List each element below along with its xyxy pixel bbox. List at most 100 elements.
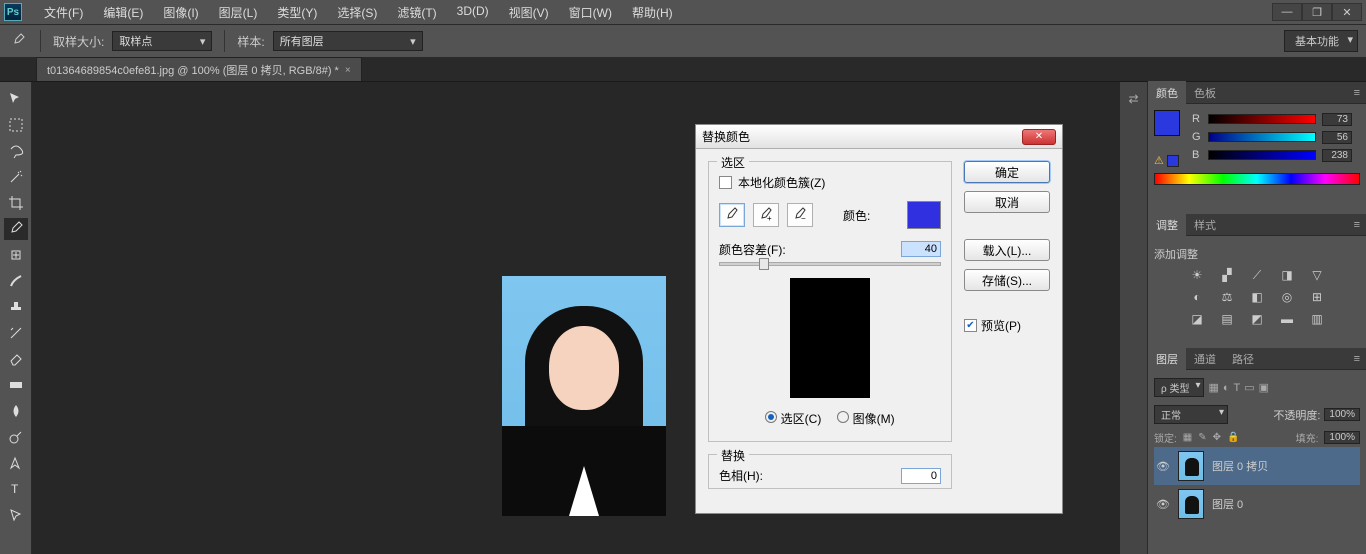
g-value[interactable]: 56 bbox=[1322, 131, 1352, 144]
maximize-button[interactable]: ❐ bbox=[1302, 3, 1332, 21]
visibility-icon[interactable]: 👁 bbox=[1156, 498, 1170, 511]
menu-edit[interactable]: 编辑(E) bbox=[93, 0, 153, 25]
curves-icon[interactable]: ⟋ bbox=[1247, 266, 1267, 284]
lock-position-icon[interactable]: ✥ bbox=[1213, 432, 1221, 443]
selected-color-swatch[interactable] bbox=[907, 201, 941, 229]
layer-name[interactable]: 图层 0 bbox=[1212, 496, 1243, 512]
menu-image[interactable]: 图像(I) bbox=[153, 0, 208, 25]
eyedropper-tool-icon[interactable] bbox=[8, 31, 28, 51]
photo-filter-icon[interactable]: ◎ bbox=[1277, 288, 1297, 306]
document-tab[interactable]: t01364689854c0efe81.jpg @ 100% (图层 0 拷贝,… bbox=[36, 57, 362, 81]
menu-layer[interactable]: 图层(L) bbox=[209, 0, 268, 25]
crop-tool-icon[interactable] bbox=[4, 192, 28, 214]
sample-select[interactable]: 所有图层 bbox=[273, 31, 423, 51]
menu-select[interactable]: 选择(S) bbox=[327, 0, 387, 25]
fill-value[interactable]: 100% bbox=[1324, 431, 1360, 444]
tab-swatches[interactable]: 色板 bbox=[1186, 81, 1224, 105]
menu-filter[interactable]: 滤镜(T) bbox=[387, 0, 446, 25]
move-tool-icon[interactable] bbox=[4, 88, 28, 110]
selective-icon[interactable]: ▥ bbox=[1307, 310, 1327, 328]
eyedropper-minus-icon[interactable]: − bbox=[787, 203, 813, 227]
tab-styles[interactable]: 样式 bbox=[1186, 213, 1224, 237]
filter-shape-icon[interactable]: ▭ bbox=[1244, 381, 1254, 394]
menu-view[interactable]: 视图(V) bbox=[499, 0, 559, 25]
menu-3d[interactable]: 3D(D) bbox=[447, 0, 499, 25]
pen-tool-icon[interactable] bbox=[4, 452, 28, 474]
brightness-icon[interactable]: ☀ bbox=[1187, 266, 1207, 284]
brush-tool-icon[interactable] bbox=[4, 270, 28, 292]
document-canvas[interactable] bbox=[502, 276, 666, 516]
close-tab-icon[interactable]: × bbox=[345, 65, 351, 76]
gradient-map-icon[interactable]: ▬ bbox=[1277, 310, 1297, 328]
blur-tool-icon[interactable] bbox=[4, 400, 28, 422]
r-value[interactable]: 73 bbox=[1322, 113, 1352, 126]
visibility-icon[interactable]: 👁 bbox=[1156, 460, 1170, 473]
collapse-dock-icon[interactable]: ⇄ bbox=[1128, 92, 1138, 106]
radio-selection[interactable]: 选区(C) bbox=[765, 410, 821, 427]
workspace-select[interactable]: 基本功能 bbox=[1284, 30, 1358, 52]
fuzziness-input[interactable] bbox=[901, 241, 941, 257]
lock-all-icon[interactable]: 🔒 bbox=[1227, 432, 1239, 443]
menu-type[interactable]: 类型(Y) bbox=[267, 0, 327, 25]
eyedropper-tool-icon[interactable] bbox=[4, 218, 28, 240]
lasso-tool-icon[interactable] bbox=[4, 140, 28, 162]
b-slider[interactable] bbox=[1208, 150, 1316, 160]
levels-icon[interactable]: ▞ bbox=[1217, 266, 1237, 284]
lock-transparent-icon[interactable]: ▦ bbox=[1183, 432, 1192, 443]
marquee-tool-icon[interactable] bbox=[4, 114, 28, 136]
layer-row[interactable]: 👁 图层 0 拷贝 bbox=[1154, 447, 1360, 485]
type-tool-icon[interactable]: T bbox=[4, 478, 28, 500]
dialog-titlebar[interactable]: 替换颜色 ✕ bbox=[696, 125, 1062, 149]
dialog-close-button[interactable]: ✕ bbox=[1022, 129, 1056, 145]
filter-type-icon[interactable]: T bbox=[1234, 382, 1241, 394]
menu-file[interactable]: 文件(F) bbox=[34, 0, 93, 25]
radio-image[interactable]: 图像(M) bbox=[837, 410, 894, 427]
fuzziness-slider[interactable] bbox=[719, 262, 941, 266]
save-button[interactable]: 存储(S)... bbox=[964, 269, 1050, 291]
g-slider[interactable] bbox=[1208, 132, 1316, 142]
close-button[interactable]: ✕ bbox=[1332, 3, 1362, 21]
layer-name[interactable]: 图层 0 拷贝 bbox=[1212, 458, 1268, 474]
preview-check-icon[interactable] bbox=[964, 319, 977, 332]
menu-help[interactable]: 帮助(H) bbox=[622, 0, 683, 25]
foreground-swatch[interactable] bbox=[1154, 110, 1180, 136]
hue-input[interactable] bbox=[901, 468, 941, 484]
ok-button[interactable]: 确定 bbox=[964, 161, 1050, 183]
heal-tool-icon[interactable] bbox=[4, 244, 28, 266]
layer-kind-filter[interactable]: ρ 类型 bbox=[1154, 378, 1204, 397]
sample-size-select[interactable]: 取样点 bbox=[112, 31, 212, 51]
layer-row[interactable]: 👁 图层 0 bbox=[1154, 485, 1360, 523]
tab-channels[interactable]: 通道 bbox=[1186, 347, 1224, 371]
eraser-tool-icon[interactable] bbox=[4, 348, 28, 370]
panel-menu-icon[interactable]: ≡ bbox=[1348, 87, 1366, 99]
bw-icon[interactable]: ◧ bbox=[1247, 288, 1267, 306]
tab-layers[interactable]: 图层 bbox=[1148, 347, 1186, 371]
r-slider[interactable] bbox=[1208, 114, 1316, 124]
layer-thumbnail[interactable] bbox=[1178, 451, 1204, 481]
filter-smart-icon[interactable]: ▣ bbox=[1259, 381, 1269, 394]
vibrance-icon[interactable]: ▽ bbox=[1307, 266, 1327, 284]
layer-thumbnail[interactable] bbox=[1178, 489, 1204, 519]
minimize-button[interactable]: — bbox=[1272, 3, 1302, 21]
menu-window[interactable]: 窗口(W) bbox=[559, 0, 622, 25]
lock-paint-icon[interactable]: ✎ bbox=[1198, 432, 1206, 443]
eyedropper-icon[interactable] bbox=[719, 203, 745, 227]
filter-adjust-icon[interactable]: ◐ bbox=[1223, 382, 1230, 394]
balance-icon[interactable]: ⚖ bbox=[1217, 288, 1237, 306]
hue-ramp[interactable] bbox=[1154, 173, 1360, 185]
panel-menu-icon[interactable]: ≡ bbox=[1348, 353, 1366, 365]
b-value[interactable]: 238 bbox=[1322, 149, 1352, 162]
panel-menu-icon[interactable]: ≡ bbox=[1348, 219, 1366, 231]
dodge-tool-icon[interactable] bbox=[4, 426, 28, 448]
eyedropper-plus-icon[interactable]: + bbox=[753, 203, 779, 227]
load-button[interactable]: 载入(L)... bbox=[964, 239, 1050, 261]
filter-pixel-icon[interactable]: ▦ bbox=[1208, 381, 1218, 394]
blend-mode-select[interactable]: 正常 bbox=[1154, 405, 1228, 424]
history-brush-icon[interactable] bbox=[4, 322, 28, 344]
mixer-icon[interactable]: ⊞ bbox=[1307, 288, 1327, 306]
cancel-button[interactable]: 取消 bbox=[964, 191, 1050, 213]
path-select-icon[interactable] bbox=[4, 504, 28, 526]
tab-adjust[interactable]: 调整 bbox=[1148, 213, 1186, 237]
wand-tool-icon[interactable] bbox=[4, 166, 28, 188]
preview-checkbox[interactable]: 预览(P) bbox=[964, 317, 1050, 334]
